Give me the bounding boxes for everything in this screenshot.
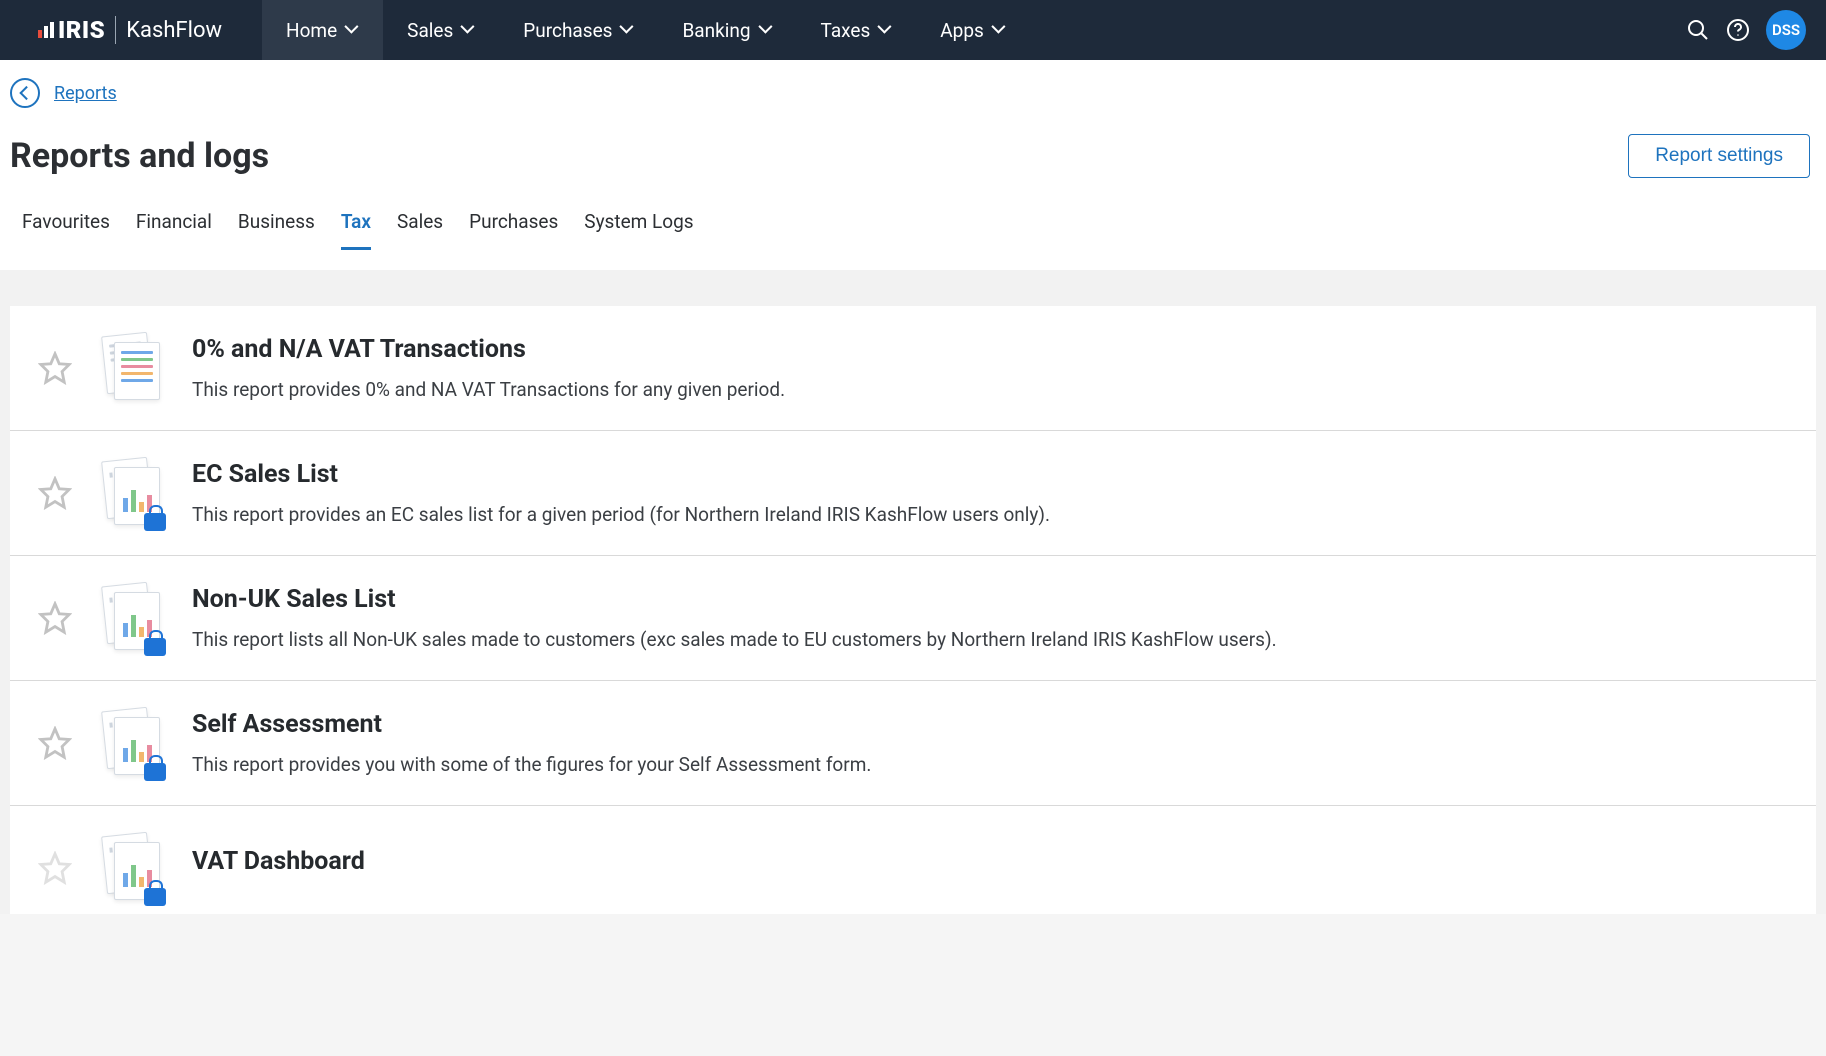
lock-icon (144, 888, 166, 906)
report-description: This report provides 0% and NA VAT Trans… (192, 378, 1788, 401)
nav-label: Banking (682, 19, 750, 42)
report-row[interactable]: Self Assessment This report provides you… (10, 681, 1816, 806)
nav-label: Purchases (523, 19, 612, 42)
search-icon (1686, 18, 1710, 42)
search-button[interactable] (1678, 10, 1718, 50)
nav-item-apps[interactable]: Apps (916, 0, 1030, 60)
logo-divider (115, 16, 116, 44)
tab-purchases[interactable]: Purchases (469, 206, 558, 250)
report-row[interactable]: 0% and N/A VAT Transactions This report … (10, 306, 1816, 431)
report-title: Self Assessment (192, 710, 1788, 739)
tab-favourites[interactable]: Favourites (22, 206, 110, 250)
nav-label: Home (286, 19, 337, 42)
lock-icon (144, 513, 166, 531)
favourite-star-button[interactable] (38, 601, 72, 635)
report-description: This report provides you with some of th… (192, 753, 1788, 776)
logo-product-text: KashFlow (126, 18, 222, 43)
report-list-area: 0% and N/A VAT Transactions This report … (0, 270, 1826, 914)
report-settings-button[interactable]: Report settings (1628, 134, 1810, 178)
favourite-star-button[interactable] (38, 851, 72, 885)
chevron-down-icon (620, 23, 634, 37)
chevron-down-icon (878, 23, 892, 37)
star-outline-icon (38, 726, 72, 760)
breadcrumb: Reports (10, 78, 1816, 108)
top-nav: IRIS KashFlow Home Sales Purchases Banki… (0, 0, 1826, 60)
nav-label: Taxes (821, 19, 871, 42)
report-locked-icon (100, 832, 164, 904)
tabs: Favourites Financial Business Tax Sales … (10, 206, 1816, 250)
star-outline-icon (38, 351, 72, 385)
help-button[interactable] (1718, 10, 1758, 50)
logo[interactable]: IRIS KashFlow (0, 0, 242, 60)
nav-item-banking[interactable]: Banking (658, 0, 796, 60)
help-icon (1726, 18, 1750, 42)
chevron-down-icon (759, 23, 773, 37)
back-button[interactable] (10, 78, 40, 108)
avatar[interactable]: DSS (1766, 10, 1806, 50)
tab-sales[interactable]: Sales (397, 206, 443, 250)
tab-financial[interactable]: Financial (136, 206, 212, 250)
chevron-down-icon (461, 23, 475, 37)
report-description: This report provides an EC sales list fo… (192, 503, 1788, 526)
nav-item-sales[interactable]: Sales (383, 0, 499, 60)
nav-item-home[interactable]: Home (262, 0, 383, 60)
nav-item-purchases[interactable]: Purchases (499, 0, 658, 60)
report-row[interactable]: VAT Dashboard (10, 806, 1816, 914)
report-document-icon (100, 332, 164, 404)
favourite-star-button[interactable] (38, 351, 72, 385)
report-title: EC Sales List (192, 460, 1788, 489)
chevron-down-icon (345, 23, 359, 37)
nav-label: Sales (407, 19, 453, 42)
report-locked-icon (100, 457, 164, 529)
star-outline-icon (38, 601, 72, 635)
nav-item-taxes[interactable]: Taxes (797, 0, 917, 60)
breadcrumb-link-reports[interactable]: Reports (54, 83, 117, 104)
report-description: This report lists all Non-UK sales made … (192, 628, 1788, 651)
lock-icon (144, 763, 166, 781)
favourite-star-button[interactable] (38, 476, 72, 510)
lock-icon (144, 638, 166, 656)
tab-tax[interactable]: Tax (341, 206, 371, 250)
logo-bars-icon (38, 22, 54, 38)
page-header: Reports Reports and logs Report settings… (0, 60, 1826, 270)
tab-business[interactable]: Business (238, 206, 315, 250)
report-row[interactable]: Non-UK Sales List This report lists all … (10, 556, 1816, 681)
report-card: 0% and N/A VAT Transactions This report … (10, 306, 1816, 914)
nav-items: Home Sales Purchases Banking Taxes Apps (262, 0, 1030, 60)
nav-label: Apps (940, 19, 984, 42)
favourite-star-button[interactable] (38, 726, 72, 760)
page-title: Reports and logs (10, 136, 269, 176)
report-title: Non-UK Sales List (192, 585, 1788, 614)
logo-iris-text: IRIS (58, 16, 105, 44)
star-outline-icon (38, 476, 72, 510)
star-outline-icon (38, 851, 72, 885)
report-title: VAT Dashboard (192, 847, 1788, 876)
chevron-down-icon (992, 23, 1006, 37)
report-title: 0% and N/A VAT Transactions (192, 335, 1788, 364)
report-row[interactable]: EC Sales List This report provides an EC… (10, 431, 1816, 556)
report-locked-icon (100, 707, 164, 779)
report-locked-icon (100, 582, 164, 654)
tab-system-logs[interactable]: System Logs (584, 206, 693, 250)
